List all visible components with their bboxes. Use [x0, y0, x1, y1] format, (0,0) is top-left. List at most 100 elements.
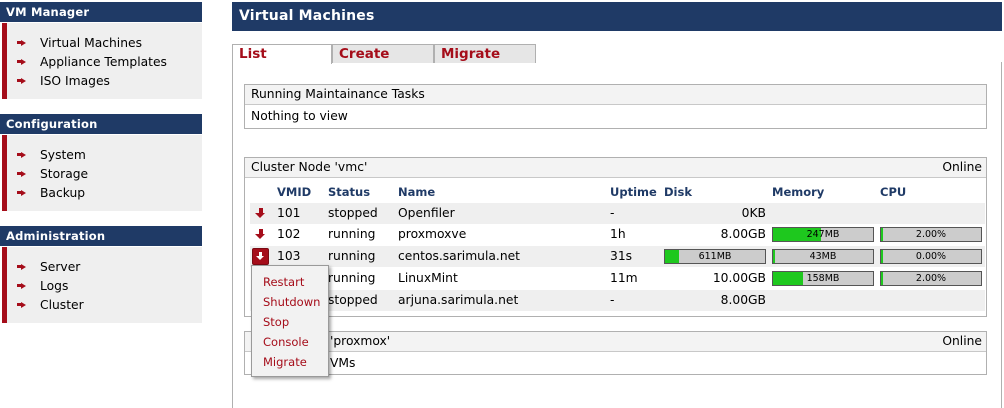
menu-item-restart[interactable]: Restart — [263, 275, 304, 289]
panel-title: Cluster Node 'vmc' — [251, 160, 368, 174]
sidebar-item-system[interactable]: System — [17, 145, 86, 164]
disk-cell: 8.00GB — [720, 293, 766, 307]
sidebar-section-vm-manager: Virtual Machines Appliance Templates ISO… — [2, 23, 202, 99]
disk-cell: 10.00GB — [712, 271, 766, 285]
menu-item-stop[interactable]: Stop — [263, 315, 289, 329]
sidebar-item-label: Cluster — [40, 297, 84, 312]
sidebar-section-configuration-title: Configuration — [0, 114, 202, 134]
tab-migrate[interactable]: Migrate — [434, 44, 536, 63]
uptime-cell: 1h — [610, 227, 626, 241]
cpu-bar-fill — [881, 272, 883, 285]
sidebar-item-label: Appliance Templates — [40, 54, 167, 69]
disk-bar-label: 611MB — [698, 251, 732, 262]
vmid-cell: 103 — [277, 249, 301, 263]
menu-item-console[interactable]: Console — [263, 335, 309, 349]
uptime-cell: - — [610, 293, 615, 307]
sidebar-item-backup[interactable]: Backup — [17, 183, 86, 202]
node-status: Online — [942, 334, 982, 348]
name-cell: proxmoxve — [398, 227, 467, 241]
uptime-cell: 31s — [610, 249, 633, 263]
arrow-right-icon — [17, 39, 26, 46]
sidebar-section-vm-manager-title: VM Manager — [0, 2, 202, 22]
status-cell: running — [328, 271, 376, 285]
column-header-disk[interactable]: Disk — [664, 185, 692, 199]
cluster-node-panel-proxmox: 'proxmox' Online VMs — [244, 331, 987, 375]
name-cell: arjuna.sarimula.net — [398, 293, 519, 307]
disk-cell: 0KB — [741, 206, 766, 220]
sidebar-section-administration-title: Administration — [0, 226, 202, 246]
table-row[interactable]: 103 running centos.sarimula.net 31s 611M… — [250, 246, 985, 267]
cpu-bar-label: 0.00% — [915, 251, 947, 262]
menu-arrow-icon[interactable] — [255, 229, 266, 240]
cpu-bar-fill — [881, 250, 883, 263]
memory-bar-fill — [773, 272, 803, 285]
column-header-uptime[interactable]: Uptime — [610, 185, 657, 199]
status-cell: stopped — [328, 293, 378, 307]
panel-empty-message: Nothing to view — [251, 109, 348, 123]
sidebar-item-logs[interactable]: Logs — [17, 276, 69, 295]
disk-cell: 8.00GB — [720, 227, 766, 241]
sidebar-item-label: ISO Images — [40, 73, 110, 88]
column-header-status[interactable]: Status — [328, 185, 370, 199]
panel-title: Running Maintainance Tasks — [245, 85, 986, 105]
arrow-right-icon — [17, 170, 26, 177]
column-header-cpu[interactable]: CPU — [880, 185, 906, 199]
status-cell: running — [328, 249, 376, 263]
name-cell: Openfiler — [398, 206, 455, 220]
arrow-right-icon — [17, 151, 26, 158]
arrow-right-icon — [17, 263, 26, 270]
sidebar-item-storage[interactable]: Storage — [17, 164, 89, 183]
table-row[interactable]: 101 stopped Openfiler - 0KB — [250, 203, 985, 224]
arrow-right-icon — [17, 77, 26, 84]
arrow-right-icon — [17, 301, 26, 308]
maintenance-tasks-panel: Running Maintainance Tasks Nothing to vi… — [244, 84, 987, 129]
menu-item-shutdown[interactable]: Shutdown — [263, 295, 320, 309]
arrow-right-icon — [17, 282, 26, 289]
column-header-memory[interactable]: Memory — [772, 185, 824, 199]
arrow-right-icon — [17, 189, 26, 196]
memory-bar-label: 158MB — [806, 273, 840, 284]
vmid-cell: 102 — [277, 227, 301, 241]
table-row[interactable]: stopped arjuna.sarimula.net - 8.00GB — [250, 290, 985, 311]
vm-context-menu: Restart Shutdown Stop Console Migrate — [251, 265, 329, 377]
sidebar-item-label: Storage — [40, 166, 89, 181]
uptime-cell: 11m — [610, 271, 638, 285]
sidebar-item-label: Server — [40, 259, 81, 274]
cpu-usage-bar: 2.00% — [880, 271, 982, 286]
arrow-right-icon — [17, 58, 26, 65]
name-cell: centos.sarimula.net — [398, 249, 521, 263]
menu-item-migrate[interactable]: Migrate — [263, 355, 307, 369]
sidebar-item-cluster[interactable]: Cluster — [17, 295, 84, 314]
sidebar-item-virtual-machines[interactable]: Virtual Machines — [17, 33, 142, 52]
sidebar-item-label: Virtual Machines — [40, 35, 142, 50]
table-row[interactable]: 102 running proxmoxve 1h 8.00GB 247MB 2.… — [250, 224, 985, 245]
disk-usage-bar: 611MB — [664, 249, 766, 264]
column-header-name[interactable]: Name — [398, 185, 435, 199]
uptime-cell: - — [610, 206, 615, 220]
panel-title: 'proxmox' — [330, 334, 391, 348]
sidebar-item-label: Logs — [40, 278, 69, 293]
status-cell: stopped — [328, 206, 378, 220]
memory-usage-bar: 247MB — [772, 227, 874, 242]
tab-list[interactable]: List — [232, 44, 332, 64]
panel-body: VMs — [330, 356, 356, 370]
tab-create[interactable]: Create — [332, 44, 434, 63]
sidebar-item-server[interactable]: Server — [17, 257, 81, 276]
sidebar-item-label: System — [40, 147, 86, 162]
table-row[interactable]: running LinuxMint 11m 10.00GB 158MB 2.00… — [250, 268, 985, 289]
column-header-vmid[interactable]: VMID — [277, 185, 311, 199]
sidebar-item-appliance-templates[interactable]: Appliance Templates — [17, 52, 167, 71]
memory-bar-label: 43MB — [809, 251, 837, 262]
status-cell: running — [328, 227, 376, 241]
memory-usage-bar: 43MB — [772, 249, 874, 264]
node-status: Online — [942, 160, 982, 174]
sidebar-item-label: Backup — [40, 185, 86, 200]
sidebar-item-iso-images[interactable]: ISO Images — [17, 71, 110, 90]
cpu-bar-fill — [881, 228, 883, 241]
page-title: Virtual Machines — [232, 2, 1002, 31]
memory-bar-fill — [773, 250, 775, 263]
vmid-cell: 101 — [277, 206, 301, 220]
menu-arrow-icon[interactable] — [255, 208, 266, 219]
menu-arrow-icon[interactable] — [252, 248, 269, 265]
memory-usage-bar: 158MB — [772, 271, 874, 286]
